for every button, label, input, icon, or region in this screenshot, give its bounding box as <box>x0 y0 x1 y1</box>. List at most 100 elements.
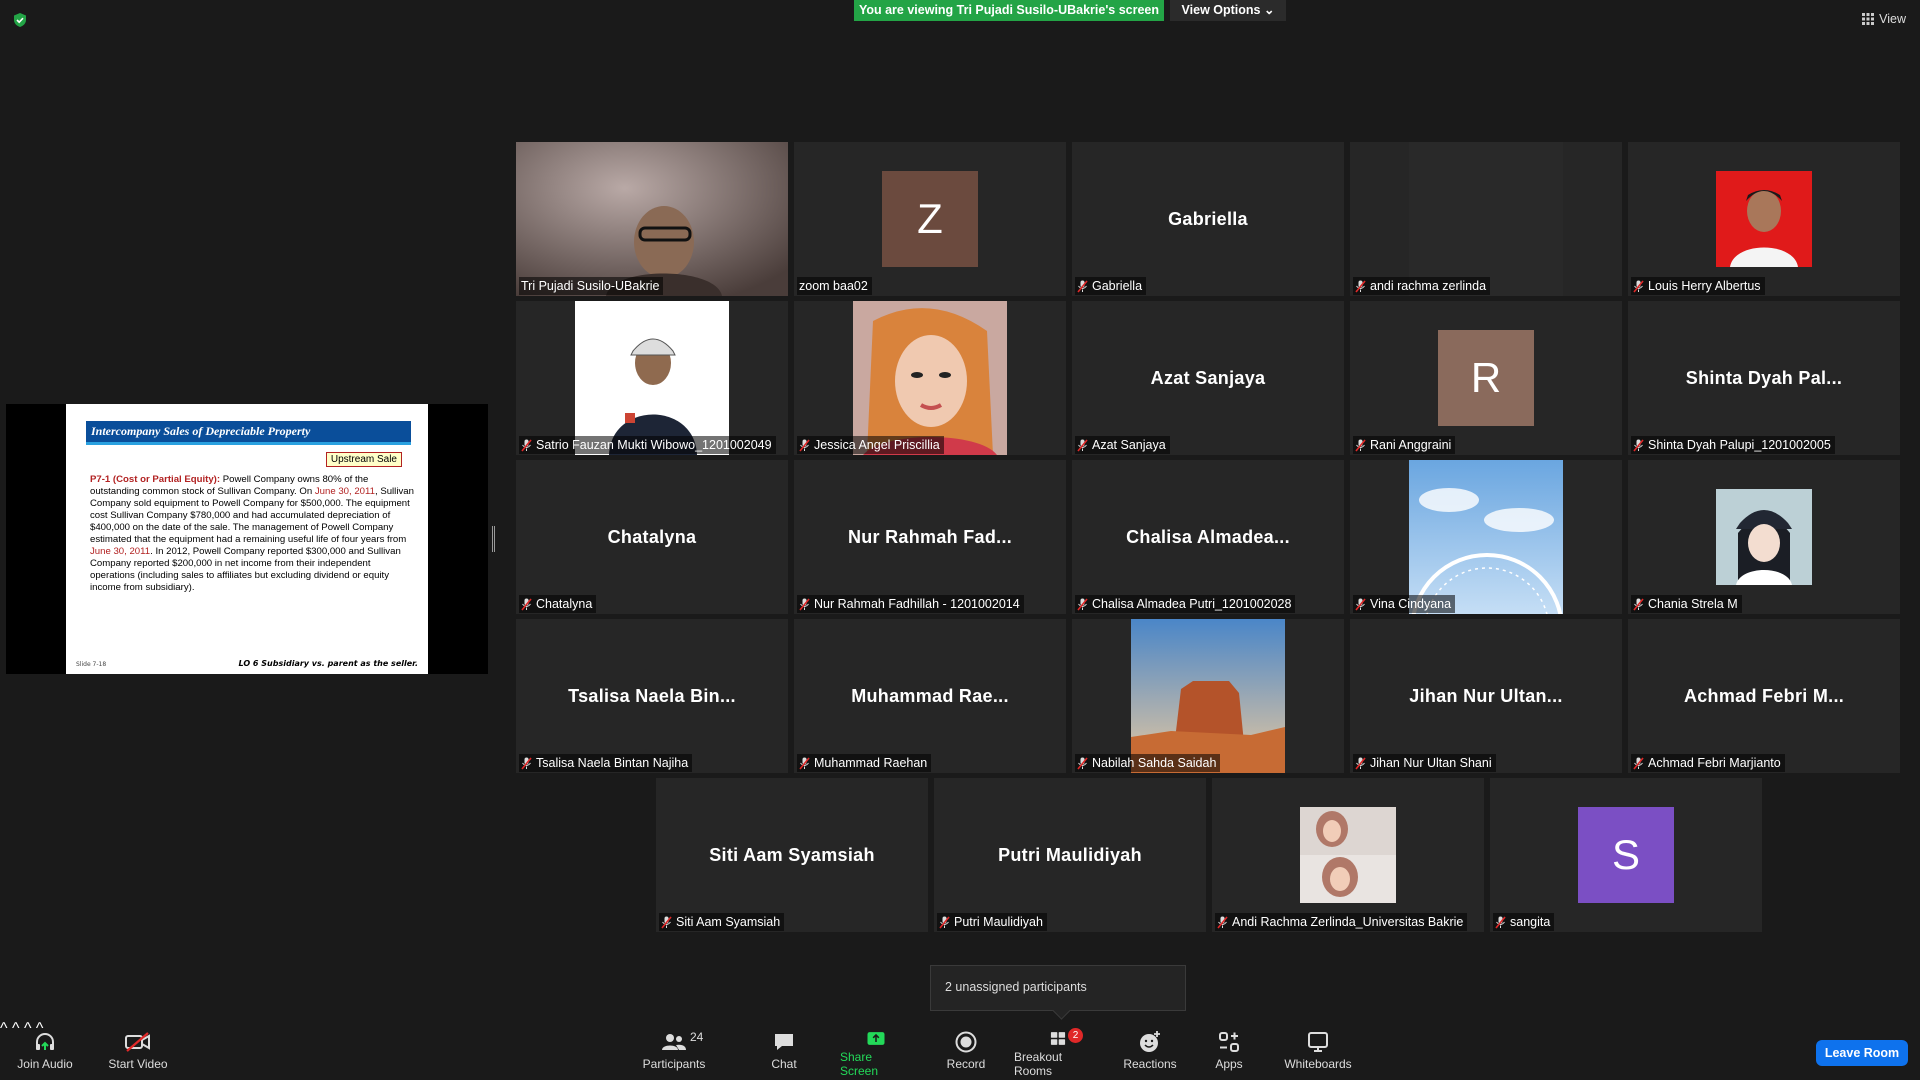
muted-mic-icon <box>799 597 810 611</box>
participant-tile[interactable]: Zzoom baa02 <box>794 142 1066 296</box>
slide-body: P7-1 (Cost or Partial Equity): Powell Co… <box>90 474 415 594</box>
participant-tile[interactable]: andi rachma zerlinda <box>1350 142 1622 296</box>
participant-display-name: Jihan Nur Ultan... <box>1409 685 1563 706</box>
apps-icon <box>1219 1032 1239 1052</box>
chevron-down-icon: ⌄ <box>1263 3 1275 17</box>
participant-name: Rani Anggraini <box>1370 438 1452 452</box>
participant-profile-picture <box>1131 619 1285 773</box>
apps-button[interactable]: Apps <box>1212 1030 1246 1078</box>
participant-name-label: andi rachma zerlinda <box>1353 277 1491 295</box>
participant-name: Chania Strela M <box>1648 597 1738 611</box>
join-audio-label: Join Audio <box>17 1057 73 1071</box>
muted-mic-icon <box>1633 756 1644 770</box>
muted-mic-icon <box>1633 597 1644 611</box>
participant-tile[interactable]: Chalisa Almadea... Chalisa Almadea Putri_… <box>1072 460 1344 614</box>
participant-name: Tri Pujadi Susilo-UBakrie <box>521 279 660 293</box>
participant-tile[interactable]: Nur Rahmah Fad... Nur Rahmah Fadhillah - … <box>794 460 1066 614</box>
participant-tile[interactable]: Azat Sanjaya Azat Sanjaya <box>1072 301 1344 455</box>
share-screen-button[interactable]: Share Screen <box>840 1030 912 1078</box>
chat-label: Chat <box>771 1057 797 1071</box>
whiteboards-label: Whiteboards <box>1284 1057 1352 1071</box>
participant-tile[interactable]: Gabriella Gabriella <box>1072 142 1344 296</box>
record-button[interactable]: Record <box>944 1030 988 1078</box>
whiteboard-icon <box>1308 1032 1328 1052</box>
muted-mic-icon <box>1355 279 1366 293</box>
participant-name: zoom baa02 <box>799 279 868 293</box>
view-label: View <box>1879 12 1906 26</box>
participant-tile[interactable]: Siti Aam Syamsiah Siti Aam Syamsiah <box>656 778 928 932</box>
split-resize-handle[interactable] <box>492 526 495 552</box>
participant-display-name: Shinta Dyah Pal... <box>1685 367 1843 388</box>
participant-tile[interactable]: Vina Cindyana <box>1350 460 1622 614</box>
participant-name: Azat Sanjaya <box>1092 438 1166 452</box>
participant-display-name: Muhammad Rae... <box>851 685 1009 706</box>
slide-date-2: June 30, 2011 <box>90 546 151 557</box>
participant-display-name: Achmad Febri M... <box>1683 685 1845 706</box>
participant-name-label: Nur Rahmah Fadhillah - 1201002014 <box>797 595 1024 613</box>
participant-name-label: Vina Cindyana <box>1353 595 1456 613</box>
participant-tile[interactable]: Chania Strela M <box>1628 460 1900 614</box>
view-options-label: View Options <box>1181 3 1261 17</box>
participant-tile[interactable]: Louis Herry Albertus <box>1628 142 1900 296</box>
muted-mic-icon <box>1633 279 1644 293</box>
participants-label: Participants <box>642 1057 706 1071</box>
breakout-rooms-icon <box>1050 1032 1066 1045</box>
participant-display-name: Chalisa Almadea... <box>1126 526 1290 547</box>
participant-tile[interactable]: Tsalisa Naela Bin... Tsalisa Naela Bintan… <box>516 619 788 773</box>
audio-options-caret-icon[interactable]: ^ <box>0 1020 8 1037</box>
participant-tile[interactable]: Achmad Febri M... Achmad Febri Marjianto <box>1628 619 1900 773</box>
participant-name: Satrio Fauzan Mukti Wibowo_1201002049 <box>536 438 772 452</box>
record-icon <box>955 1031 977 1053</box>
participant-name: Tsalisa Naela Bintan Najiha <box>536 756 689 770</box>
presentation-slide: Intercompany Sales of Depreciable Proper… <box>66 404 428 674</box>
zoom-meeting-window: You are viewing Tri Pujadi Susilo-UBakri… <box>0 0 1920 1080</box>
leave-room-button[interactable]: Leave Room <box>1816 1040 1908 1066</box>
participant-tile[interactable]: Jessica Angel Priscillia <box>794 301 1066 455</box>
view-options-button[interactable]: View Options ⌄ <box>1170 0 1286 21</box>
participant-tile[interactable]: Satrio Fauzan Mukti Wibowo_1201002049 <box>516 301 788 455</box>
slide-lead: P7-1 (Cost or Partial Equity): <box>90 474 221 485</box>
participant-name-label: Jessica Angel Priscillia <box>797 436 944 454</box>
unassigned-participants-popup[interactable]: 2 unassigned participants <box>930 965 1186 1011</box>
participant-tile[interactable]: Tri Pujadi Susilo-UBakrie <box>516 142 788 296</box>
breakout-rooms-button[interactable]: 2 Breakout Rooms <box>1014 1028 1102 1078</box>
participants-count: 24 <box>690 1030 704 1044</box>
participant-display-name: Azat Sanjaya <box>1150 367 1266 388</box>
participant-tile[interactable]: Muhammad Rae... Muhammad Raehan <box>794 619 1066 773</box>
participant-name-label: Nabilah Sahda Saidah <box>1075 754 1221 772</box>
participant-tile[interactable]: Ssangita <box>1490 778 1762 932</box>
muted-mic-icon <box>1077 438 1088 452</box>
participants-button[interactable]: 24 Participants <box>642 1030 706 1078</box>
whiteboards-button[interactable]: Whiteboards <box>1282 1030 1354 1078</box>
participant-tile[interactable]: Jihan Nur Ultan... Jihan Nur Ultan Shani <box>1350 619 1622 773</box>
reactions-smiley-icon <box>1140 1031 1160 1052</box>
shared-screen-view[interactable]: Intercompany Sales of Depreciable Proper… <box>6 404 488 674</box>
grid-view-icon <box>1862 13 1875 25</box>
muted-mic-icon <box>1495 915 1506 929</box>
security-shield-icon[interactable] <box>12 12 28 28</box>
start-video-button[interactable]: Start Video <box>106 1030 170 1078</box>
participant-tile[interactable]: Putri Maulidiyah Putri Maulidiyah <box>934 778 1206 932</box>
participant-name-label: Jihan Nur Ultan Shani <box>1353 754 1496 772</box>
view-button[interactable]: View <box>1862 10 1906 28</box>
muted-mic-icon <box>1077 279 1088 293</box>
participant-name-label: Achmad Febri Marjianto <box>1631 754 1785 772</box>
participant-profile-picture <box>575 301 729 455</box>
participant-name: Vina Cindyana <box>1370 597 1452 611</box>
muted-mic-icon <box>799 438 810 452</box>
participant-name-label: Muhammad Raehan <box>797 754 932 772</box>
participant-tile[interactable]: Andi Rachma Zerlinda_Universitas Bakrie <box>1212 778 1484 932</box>
participant-profile-picture <box>1300 807 1396 903</box>
participant-display-name: Tsalisa Naela Bin... <box>568 685 736 706</box>
participant-name: andi rachma zerlinda <box>1370 279 1487 293</box>
participant-tile[interactable]: Chatalyna Chatalyna <box>516 460 788 614</box>
participant-tile[interactable]: R Rani Anggraini <box>1350 301 1622 455</box>
chat-button[interactable]: Chat <box>766 1030 802 1078</box>
participant-display-name: Putri Maulidiyah <box>998 844 1142 865</box>
participant-profile-picture <box>1716 171 1812 267</box>
reactions-button[interactable]: Reactions <box>1123 1030 1177 1078</box>
participant-profile-picture <box>853 301 1007 455</box>
participant-tile[interactable]: Shinta Dyah Pal... Shinta Dyah Palupi_120… <box>1628 301 1900 455</box>
join-audio-button[interactable]: Join Audio <box>14 1030 76 1078</box>
participant-tile[interactable]: Nabilah Sahda Saidah <box>1072 619 1344 773</box>
